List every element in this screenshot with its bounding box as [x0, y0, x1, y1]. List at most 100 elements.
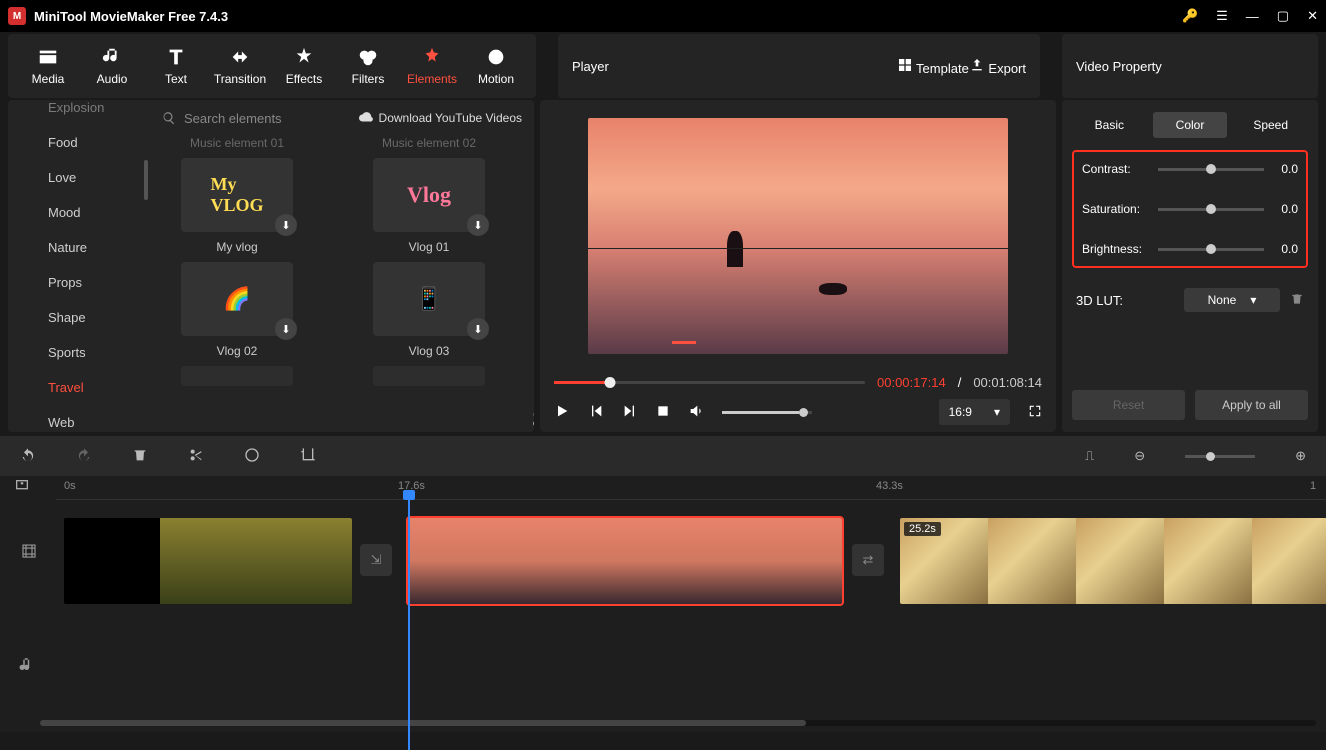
transition-slot-2[interactable]: ⇄	[852, 544, 884, 576]
tool-effects[interactable]: Effects	[272, 34, 336, 98]
cat-love[interactable]: Love	[8, 160, 150, 195]
maximize-icon[interactable]: ▢	[1277, 8, 1289, 24]
audio-track-icon	[18, 656, 36, 677]
playhead[interactable]	[408, 500, 410, 750]
download-icon[interactable]: ⬇	[467, 318, 489, 340]
menu-icon[interactable]: ☰	[1216, 8, 1228, 24]
split-icon[interactable]	[188, 447, 204, 466]
apply-all-button[interactable]: Apply to all	[1195, 390, 1308, 420]
cat-food[interactable]: Food	[8, 125, 150, 160]
tab-speed[interactable]: Speed	[1233, 112, 1308, 138]
tool-elements[interactable]: Elements	[400, 34, 464, 98]
app-title: MiniTool MovieMaker Free 7.4.3	[34, 9, 1182, 24]
lut-label: 3D LUT:	[1076, 293, 1174, 308]
player-panel: 00:00:17:14 / 00:01:08:14 16:9▾	[540, 100, 1056, 432]
tool-audio[interactable]: Audio	[80, 34, 144, 98]
undo-icon[interactable]	[20, 447, 36, 466]
download-icon[interactable]: ⬇	[467, 214, 489, 236]
saturation-label: Saturation:	[1082, 202, 1150, 216]
search-input[interactable]: Search elements	[162, 111, 347, 126]
key-icon[interactable]: 🔑	[1182, 8, 1198, 24]
cat-shape[interactable]: Shape	[8, 300, 150, 335]
props-title: Video Property	[1076, 59, 1162, 74]
progress-slider[interactable]	[554, 381, 865, 384]
element-my-vlog[interactable]: MyVLOG⬇ My vlog	[162, 158, 312, 262]
color-controls-highlight: Contrast: 0.0 Saturation: 0.0 Brightness…	[1072, 150, 1308, 268]
chevron-down-icon: ▾	[1250, 293, 1256, 307]
element-vlog-02[interactable]: 🌈⬇ Vlog 02	[162, 262, 312, 366]
player-title: Player	[572, 59, 897, 74]
volume-icon[interactable]	[688, 403, 704, 422]
elements-panel: Explosion Food Love Mood Nature Props Sh…	[8, 100, 534, 432]
speed-icon[interactable]	[244, 447, 260, 466]
main-toolbar: Media Audio Text Transition Effects Filt…	[8, 34, 536, 98]
transition-slot-1[interactable]: ⇲	[360, 544, 392, 576]
cat-web[interactable]: Web	[8, 405, 150, 432]
crop-icon[interactable]	[300, 447, 316, 466]
clip-1[interactable]	[64, 518, 352, 604]
lut-select[interactable]: None▾	[1184, 288, 1280, 312]
cat-props[interactable]: Props	[8, 265, 150, 300]
play-icon[interactable]	[554, 403, 570, 422]
close-icon[interactable]: ✕	[1307, 8, 1318, 24]
cat-nature[interactable]: Nature	[8, 230, 150, 265]
elem-label: Music element 02	[382, 136, 476, 150]
cat-travel[interactable]: Travel	[8, 370, 150, 405]
brightness-value: 0.0	[1272, 242, 1298, 256]
video-track-icon	[20, 542, 38, 563]
download-icon[interactable]: ⬇	[275, 318, 297, 340]
element-vlog-01[interactable]: Vlog⬇ Vlog 01	[354, 158, 504, 262]
chevron-down-icon: ▾	[994, 405, 1000, 419]
category-scrollbar[interactable]	[144, 160, 148, 200]
download-icon[interactable]: ⬇	[275, 214, 297, 236]
delete-icon[interactable]	[132, 447, 148, 466]
cat-sports[interactable]: Sports	[8, 335, 150, 370]
zoom-slider[interactable]	[1185, 455, 1255, 458]
props-header-bar: Video Property	[1062, 34, 1318, 98]
timeline-hscrollbar[interactable]	[40, 720, 1316, 726]
trash-icon[interactable]	[1290, 292, 1304, 309]
element-vlog-03[interactable]: 📱⬇ Vlog 03	[354, 262, 504, 366]
saturation-value: 0.0	[1272, 202, 1298, 216]
minimize-icon[interactable]: —	[1246, 9, 1259, 24]
volume-slider[interactable]	[722, 411, 812, 414]
elem-label: Music element 01	[190, 136, 284, 150]
redo-icon[interactable]	[76, 447, 92, 466]
timeline: 0s 17.6s 43.3s 1 ⇲ ⇄ 25.2s	[0, 476, 1326, 732]
player-header-bar: Player Template Export	[558, 34, 1040, 98]
tab-basic[interactable]: Basic	[1072, 112, 1147, 138]
aspect-select[interactable]: 16:9▾	[939, 399, 1010, 425]
stop-icon[interactable]	[656, 404, 670, 421]
cat-explosion[interactable]: Explosion	[8, 100, 150, 125]
template-button[interactable]: Template	[897, 57, 969, 76]
export-button[interactable]: Export	[969, 57, 1026, 76]
clip-3[interactable]: 25.2s	[900, 518, 1326, 604]
clip-2-selected[interactable]	[408, 518, 842, 604]
timeline-toolbar: ⎍ ⊖ ⊕	[0, 436, 1326, 476]
contrast-value: 0.0	[1272, 162, 1298, 176]
zoom-in-icon[interactable]: ⊕	[1295, 448, 1306, 464]
magnet-icon[interactable]: ⎍	[1085, 448, 1094, 464]
clip-duration-badge: 25.2s	[904, 522, 941, 536]
zoom-out-icon[interactable]: ⊖	[1134, 448, 1145, 464]
saturation-slider[interactable]	[1158, 208, 1264, 211]
cat-mood[interactable]: Mood	[8, 195, 150, 230]
timeline-ruler[interactable]: 0s 17.6s 43.3s 1	[56, 476, 1326, 500]
fullscreen-icon[interactable]	[1028, 404, 1042, 421]
tool-filters[interactable]: Filters	[336, 34, 400, 98]
add-track-icon[interactable]	[14, 478, 30, 497]
tool-motion[interactable]: Motion	[464, 34, 528, 98]
tab-color[interactable]: Color	[1153, 112, 1228, 138]
cloud-icon	[359, 111, 373, 125]
reset-button[interactable]: Reset	[1072, 390, 1185, 420]
next-frame-icon[interactable]	[622, 403, 638, 422]
prev-frame-icon[interactable]	[588, 403, 604, 422]
time-current: 00:00:17:14	[877, 375, 946, 390]
tool-text[interactable]: Text	[144, 34, 208, 98]
page-indicator[interactable]	[533, 412, 534, 426]
tool-media[interactable]: Media	[16, 34, 80, 98]
brightness-slider[interactable]	[1158, 248, 1264, 251]
tool-transition[interactable]: Transition	[208, 34, 272, 98]
download-youtube-link[interactable]: Download YouTube Videos	[359, 111, 522, 125]
contrast-slider[interactable]	[1158, 168, 1264, 171]
